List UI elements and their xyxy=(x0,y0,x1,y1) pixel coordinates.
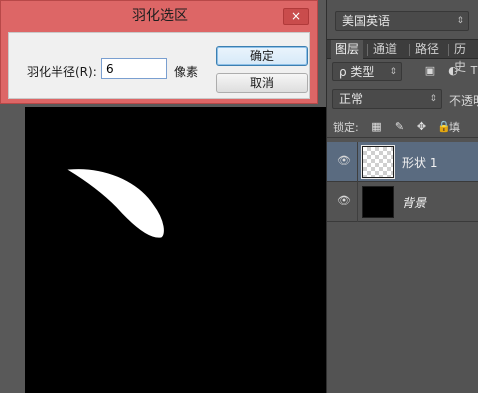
cancel-button[interactable]: 取消 xyxy=(216,73,308,93)
tab-layers[interactable]: 图层 xyxy=(331,40,364,59)
lock-row: 锁定: ▦ ✎ ✥ 🔒 填 xyxy=(327,116,478,138)
layer-name[interactable]: 形状 1 xyxy=(402,154,437,171)
language-select-value: 美国英语 xyxy=(342,14,391,28)
tab-channels[interactable]: 通道 xyxy=(369,40,401,59)
fill-label: 填 xyxy=(449,121,460,134)
lock-label: 锁定: xyxy=(333,121,359,134)
tab-divider xyxy=(367,44,368,56)
eye-icon[interactable]: 👁 xyxy=(336,155,352,167)
language-select[interactable]: 美国英语 ⇕ xyxy=(335,11,469,31)
type-filter-icon[interactable]: T xyxy=(469,64,478,78)
opacity-label: 不透明 xyxy=(449,94,478,108)
chevron-down-icon: ⇕ xyxy=(429,94,437,104)
blend-mode-value: 正常 xyxy=(339,92,364,106)
dialog-body: 羽化半径(R): 像素 确定 取消 xyxy=(8,32,310,99)
document-canvas[interactable] xyxy=(25,107,326,393)
brush-icon[interactable]: ✎ xyxy=(393,120,406,133)
move-icon[interactable]: ✥ xyxy=(415,120,428,133)
tab-history[interactable]: 历史 xyxy=(450,40,478,74)
tab-paths[interactable]: 路径 xyxy=(411,40,443,59)
close-button[interactable]: × xyxy=(283,8,309,25)
tab-divider xyxy=(409,44,410,56)
layer-thumbnail xyxy=(362,186,394,218)
leaf-shape-selection xyxy=(67,169,164,238)
layer-filter-row: ρ 类型 ⇕ ▣ ◐ T xyxy=(327,61,478,83)
layer-name[interactable]: 背景 xyxy=(402,194,426,211)
feather-radius-label: 羽化半径(R): xyxy=(27,65,97,79)
canvas-artwork xyxy=(67,169,164,238)
filter-type-value: ρ 类型 xyxy=(339,65,375,79)
photoshop-window: 美国英语 ⇕ 图层 通道 路径 历史 ρ 类型 ⇕ ▣ ◐ T 正常 ⇕ 不透 … xyxy=(0,0,478,393)
feather-radius-input[interactable] xyxy=(101,58,167,79)
image-filter-icon[interactable]: ▣ xyxy=(423,64,437,78)
divider xyxy=(357,182,358,222)
filter-type-select[interactable]: ρ 类型 ⇕ xyxy=(332,62,402,81)
blend-mode-select[interactable]: 正常 ⇕ xyxy=(332,89,442,109)
tab-divider xyxy=(448,44,449,56)
dialog-title: 羽化选区 xyxy=(132,8,188,24)
eye-icon[interactable]: 👁 xyxy=(336,195,352,207)
adjustment-filter-icon[interactable]: ◐ xyxy=(446,64,460,78)
unit-label: 像素 xyxy=(174,65,199,79)
feather-selection-dialog: 羽化选区 × 羽化半径(R): 像素 确定 取消 xyxy=(0,0,318,104)
chevron-down-icon: ⇕ xyxy=(389,67,397,77)
divider xyxy=(357,142,358,182)
layer-row-shape[interactable]: 👁 形状 1 xyxy=(327,142,478,182)
chevron-down-icon: ⇕ xyxy=(456,16,464,26)
panel-tabs: 图层 通道 路径 历史 xyxy=(327,39,478,74)
ok-button[interactable]: 确定 xyxy=(216,46,308,66)
blend-row: 正常 ⇕ 不透明 xyxy=(327,89,478,111)
layer-thumbnail xyxy=(361,145,395,179)
checker-lock-icon[interactable]: ▦ xyxy=(370,120,383,133)
layers-panel: 美国英语 ⇕ 图层 通道 路径 历史 ρ 类型 ⇕ ▣ ◐ T 正常 ⇕ 不透 … xyxy=(326,0,478,393)
layer-row-background[interactable]: 👁 背景 xyxy=(327,182,478,222)
